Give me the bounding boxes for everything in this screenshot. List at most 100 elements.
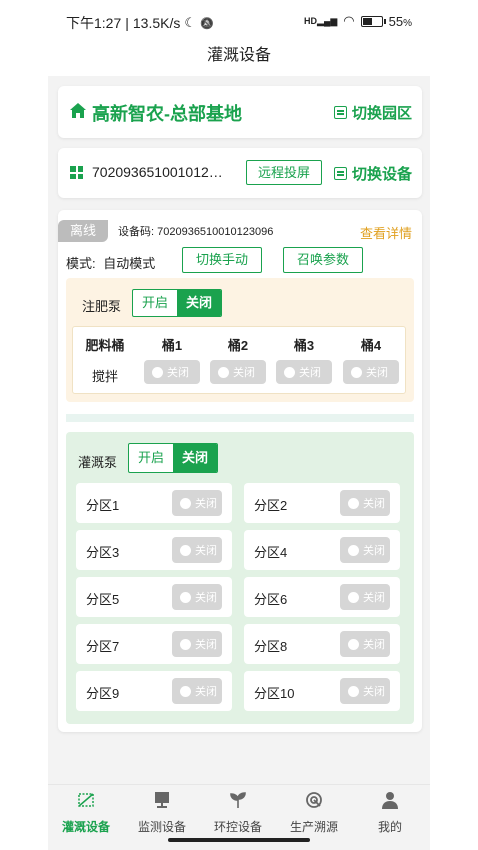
irrigation-off-button[interactable]: 关闭 <box>173 444 218 472</box>
switch-base-button[interactable]: 切换园区 <box>333 102 412 123</box>
battery-level: 55 <box>388 13 404 29</box>
document-icon <box>333 167 347 180</box>
irrigation-on-button[interactable]: 开启 <box>129 444 173 472</box>
zone-card: 分区10 关闭 <box>244 671 400 711</box>
bucket-header: 桶2 <box>227 338 249 353</box>
device-card: 702093651001012… 远程投屏 切换设备 <box>58 148 422 198</box>
fertilizer-off-button[interactable]: 关闭 <box>177 290 222 316</box>
fertilizer-panel: 注肥泵 开启 关闭 肥料桶 桶1 桶2 桶3 桶4 搅拌 关闭 关闭 关闭 关闭 <box>66 278 414 402</box>
zone-toggle[interactable]: 关闭 <box>172 537 222 563</box>
fertilizer-pump-label: 注肥泵 <box>82 299 122 314</box>
fertilizer-on-button[interactable]: 开启 <box>133 290 177 316</box>
base-name: 高新智农-总部基地 <box>92 104 242 124</box>
wifi-icon: ◠ <box>343 13 355 28</box>
bucket-header: 桶3 <box>293 338 315 353</box>
document-icon <box>333 106 347 119</box>
zone-card: 分区9 关闭 <box>76 671 232 711</box>
zone-toggle[interactable]: 关闭 <box>172 678 222 704</box>
toggle-knob-icon <box>284 366 295 378</box>
title-bar: 灌溉设备 <box>0 40 478 76</box>
toggle-knob-icon <box>348 638 359 650</box>
monitor-icon <box>155 792 169 808</box>
zone-card: 分区8 关闭 <box>244 624 400 664</box>
remote-screen-button[interactable]: 远程投屏 <box>246 160 322 185</box>
zone-label: 分区4 <box>254 545 288 560</box>
zone-toggle[interactable]: 关闭 <box>172 584 222 610</box>
bucket3-stir-toggle[interactable]: 关闭 <box>276 360 332 384</box>
device-code-full: 设备码: 7020936510010123096 <box>118 226 274 238</box>
home-indicator <box>168 838 310 842</box>
zone-card: 分区2 关闭 <box>244 483 400 523</box>
zone-toggle[interactable]: 关闭 <box>340 537 390 563</box>
status-bar: 下午1:27 | 13.5K/s ☾ 🔕 HD▂▄▆ ◠ 55% <box>0 0 478 40</box>
toggle-knob-icon <box>351 366 362 378</box>
device-code: 702093651001012… <box>92 164 223 180</box>
mode-value: 自动模式 <box>103 256 156 271</box>
status-right: HD▂▄▆ ◠ 55% <box>304 13 412 29</box>
nav-item-profile[interactable]: 我的 <box>352 791 428 835</box>
zone-card: 分区1 关闭 <box>76 483 232 523</box>
zone-label: 分区3 <box>86 545 120 560</box>
bucket-header: 桶1 <box>161 338 183 353</box>
bell-off-icon: 🔕 <box>200 17 214 30</box>
bucket-header: 桶4 <box>360 338 382 353</box>
zone-toggle[interactable]: 关闭 <box>340 584 390 610</box>
zone-label: 分区9 <box>86 686 120 701</box>
zone-card: 分区3 关闭 <box>76 530 232 570</box>
nav-item-irrigation[interactable]: 灌溉设备 <box>48 791 124 835</box>
device-panel: 离线 设备码: 7020936510010123096 查看详情 模式: 自动模… <box>58 210 422 732</box>
toggle-knob-icon <box>348 497 359 509</box>
toggle-knob-icon <box>152 366 163 378</box>
stir-label: 搅拌 <box>91 369 118 384</box>
sprout-icon <box>230 792 246 808</box>
toggle-knob-icon <box>348 544 359 556</box>
irrigation-pump-toggle: 开启 关闭 <box>128 443 219 473</box>
grid-icon <box>70 166 83 179</box>
base-card: 高新智农-总部基地 切换园区 <box>58 86 422 138</box>
status-left: 下午1:27 | 13.5K/s ☾ 🔕 <box>66 15 214 31</box>
zone-toggle[interactable]: 关闭 <box>172 490 222 516</box>
page-title: 灌溉设备 <box>206 47 271 64</box>
home-icon <box>70 103 86 118</box>
zone-toggle[interactable]: 关闭 <box>340 631 390 657</box>
bucket2-stir-toggle[interactable]: 关闭 <box>210 360 266 384</box>
summon-params-button[interactable]: 召唤参数 <box>283 247 363 273</box>
fertilizer-pump-toggle: 开启 关闭 <box>132 289 223 317</box>
battery-icon <box>360 15 386 27</box>
switch-manual-button[interactable]: 切换手动 <box>182 247 262 273</box>
bucket-table: 肥料桶 桶1 桶2 桶3 桶4 搅拌 关闭 关闭 关闭 关闭 <box>72 326 406 394</box>
toggle-knob-icon <box>348 685 359 697</box>
toggle-knob-icon <box>180 638 191 650</box>
mode-display: 模式: 自动模式 <box>66 256 156 271</box>
switch-device-button[interactable]: 切换设备 <box>333 163 412 184</box>
zone-toggle[interactable]: 关闭 <box>340 678 390 704</box>
zone-label: 分区5 <box>86 592 120 607</box>
toggle-knob-icon <box>180 591 191 603</box>
network-speed: 13.5K/s <box>132 15 181 31</box>
zone-card: 分区5 关闭 <box>76 577 232 617</box>
zone-label: 分区1 <box>86 498 120 513</box>
zone-toggle[interactable]: 关闭 <box>340 490 390 516</box>
view-details-link[interactable]: 查看详情 <box>360 223 412 242</box>
bucket4-stir-toggle[interactable]: 关闭 <box>343 360 399 384</box>
irrigation-panel: 灌溉泵 开启 关闭 分区1 关闭 分区2 关闭 分区3 关闭 分区4 关闭 分区5 关闭 分区6 关闭… <box>66 432 414 724</box>
nav-item-environment[interactable]: 环控设备 <box>200 791 276 835</box>
zone-label: 分区10 <box>254 686 295 701</box>
bucket-header: 肥料桶 <box>85 338 125 353</box>
trace-icon <box>306 792 322 808</box>
signal-icon: HD▂▄▆ <box>304 15 338 26</box>
zone-toggle[interactable]: 关闭 <box>172 631 222 657</box>
zone-card: 分区6 关闭 <box>244 577 400 617</box>
right-margin <box>430 0 478 850</box>
zone-card: 分区4 关闭 <box>244 530 400 570</box>
left-margin <box>0 0 48 850</box>
bucket1-stir-toggle[interactable]: 关闭 <box>144 360 200 384</box>
nav-item-monitor[interactable]: 监测设备 <box>124 791 200 835</box>
toggle-knob-icon <box>180 544 191 556</box>
zone-label: 分区8 <box>254 639 288 654</box>
nav-item-trace[interactable]: 生产溯源 <box>276 791 352 835</box>
moon-icon: ☾ <box>184 15 197 30</box>
divider-bar <box>66 414 414 422</box>
toggle-knob-icon <box>180 685 191 697</box>
toggle-knob-icon <box>218 366 229 378</box>
